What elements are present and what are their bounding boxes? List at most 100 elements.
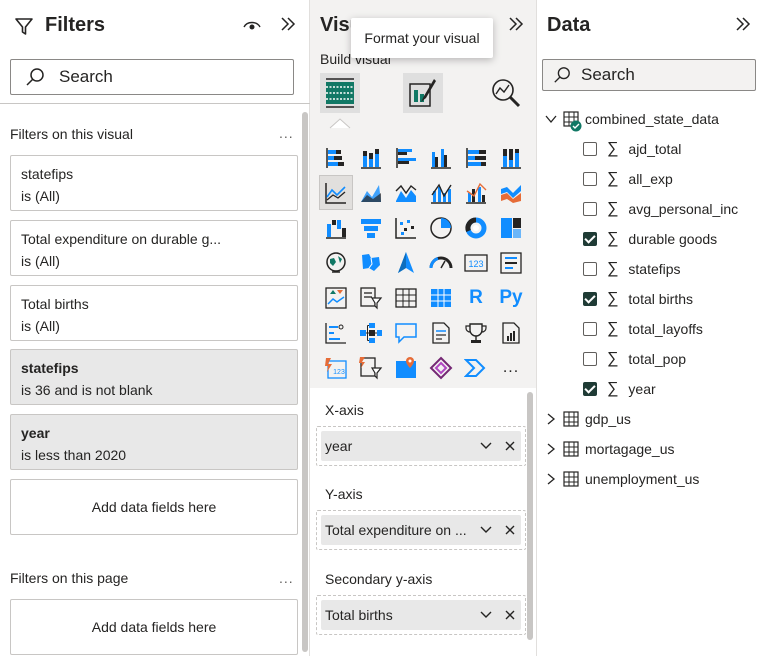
field-checkbox[interactable]: [583, 322, 597, 336]
100-percent-bar-chart-icon[interactable]: [459, 140, 493, 175]
filters-visual-more-button[interactable]: ...: [279, 125, 294, 141]
field-wells-scrollbar[interactable]: [527, 392, 533, 640]
stacked-area-chart-icon[interactable]: [389, 175, 423, 210]
line-chart-icon[interactable]: [319, 175, 353, 210]
field-row-avg-personal-inc[interactable]: ∑ avg_personal_inc: [583, 197, 738, 221]
field-checkbox-checked[interactable]: [583, 382, 597, 396]
page-add-fields-dropzone[interactable]: Add data fields here: [10, 599, 298, 655]
python-visual-icon[interactable]: Py: [494, 280, 528, 315]
filters-search-input[interactable]: Search: [10, 59, 294, 95]
more-visuals-button[interactable]: ...: [494, 350, 528, 385]
funnel-chart-icon[interactable]: [354, 210, 388, 245]
secondary-y-axis-field-pill[interactable]: Total births: [321, 600, 521, 630]
format-visual-tab[interactable]: [403, 73, 443, 113]
filter-card-statefips[interactable]: statefips is (All): [10, 155, 298, 211]
power-apps-icon[interactable]: [424, 350, 458, 385]
chevron-down-icon[interactable]: [545, 113, 557, 125]
collapse-filters-icon[interactable]: [280, 16, 296, 37]
decomposition-tree-icon[interactable]: [354, 315, 388, 350]
table-icon[interactable]: [389, 280, 423, 315]
field-row-total-layoffs[interactable]: ∑ total_layoffs: [583, 317, 703, 341]
power-automate-slicer-icon[interactable]: [354, 350, 388, 385]
goals-trophy-icon[interactable]: [459, 315, 493, 350]
y-axis-well[interactable]: Total expenditure on ...: [316, 510, 526, 550]
matrix-icon[interactable]: [424, 280, 458, 315]
build-visual-tab[interactable]: [320, 73, 360, 113]
stacked-column-chart-icon[interactable]: [354, 140, 388, 175]
field-row-total-births[interactable]: ∑ total births: [583, 287, 693, 311]
pie-chart-icon[interactable]: [424, 210, 458, 245]
r-script-visual-icon[interactable]: R: [459, 280, 493, 315]
filters-page-more-button[interactable]: ...: [279, 570, 294, 586]
table-mortagage-us[interactable]: mortagage_us: [545, 437, 675, 461]
field-checkbox[interactable]: [583, 142, 597, 156]
qa-visual-icon[interactable]: [389, 315, 423, 350]
close-icon[interactable]: [505, 525, 515, 535]
card-icon[interactable]: 123: [459, 245, 493, 280]
field-row-durable-goods[interactable]: ∑ durable goods: [583, 227, 717, 251]
map-icon[interactable]: [319, 245, 353, 280]
stacked-bar-chart-icon[interactable]: [319, 140, 353, 175]
filter-card-statefips-applied[interactable]: statefips is 36 and is not blank: [10, 349, 298, 405]
slicer-icon[interactable]: [354, 280, 388, 315]
x-axis-well[interactable]: year: [316, 426, 526, 466]
scatter-chart-icon[interactable]: [389, 210, 423, 245]
azure-map-visual-icon[interactable]: [389, 350, 423, 385]
filters-scrollbar[interactable]: [302, 112, 308, 652]
waterfall-chart-icon[interactable]: [319, 210, 353, 245]
close-icon[interactable]: [505, 610, 515, 620]
collapse-data-icon[interactable]: [735, 16, 751, 37]
chevron-down-icon[interactable]: [480, 526, 492, 534]
kpi-icon[interactable]: [319, 280, 353, 315]
multi-row-card-icon[interactable]: [494, 245, 528, 280]
collapse-visualizations-icon[interactable]: [508, 16, 524, 37]
table-gdp-us[interactable]: gdp_us: [545, 407, 631, 431]
100-percent-column-chart-icon[interactable]: [494, 140, 528, 175]
key-influencers-icon[interactable]: [319, 315, 353, 350]
chevron-right-icon[interactable]: [545, 473, 557, 485]
power-automate-icon[interactable]: [459, 350, 493, 385]
secondary-y-axis-well[interactable]: Total births: [316, 595, 526, 635]
gauge-icon[interactable]: [424, 245, 458, 280]
power-apps-card-icon[interactable]: 123: [319, 350, 353, 385]
field-row-total-pop[interactable]: ∑ total_pop: [583, 347, 686, 371]
azure-map-icon[interactable]: [389, 245, 423, 280]
clustered-bar-chart-icon[interactable]: [389, 140, 423, 175]
field-row-statefips[interactable]: ∑ statefips: [583, 257, 681, 281]
table-combined-state-data[interactable]: combined_state_data: [545, 107, 719, 132]
y-axis-field-pill[interactable]: Total expenditure on ...: [321, 515, 521, 545]
filter-card-total-births[interactable]: Total births is (All): [10, 285, 298, 341]
data-search-input[interactable]: Search: [542, 59, 756, 91]
filter-card-year-applied[interactable]: year is less than 2020: [10, 414, 298, 470]
field-checkbox[interactable]: [583, 202, 597, 216]
visual-add-fields-dropzone[interactable]: Add data fields here: [10, 479, 298, 535]
chevron-right-icon[interactable]: [545, 443, 557, 455]
field-checkbox-checked[interactable]: [583, 292, 597, 306]
chevron-down-icon[interactable]: [480, 611, 492, 619]
analytics-tab[interactable]: [486, 73, 526, 113]
field-row-ajd-total[interactable]: ∑ ajd_total: [583, 137, 681, 161]
area-chart-icon[interactable]: [354, 175, 388, 210]
field-checkbox-checked[interactable]: [583, 232, 597, 246]
field-checkbox[interactable]: [583, 262, 597, 276]
field-row-year[interactable]: ∑ year: [583, 377, 656, 401]
table-unemployment-us[interactable]: unemployment_us: [545, 467, 699, 491]
treemap-icon[interactable]: [494, 210, 528, 245]
chevron-right-icon[interactable]: [545, 413, 557, 425]
line-and-clustered-column-icon[interactable]: [459, 175, 493, 210]
donut-chart-icon[interactable]: [459, 210, 493, 245]
close-icon[interactable]: [505, 441, 515, 451]
chevron-down-icon[interactable]: [480, 442, 492, 450]
line-and-stacked-column-icon[interactable]: [424, 175, 458, 210]
filled-map-icon[interactable]: [354, 245, 388, 280]
x-axis-field-pill[interactable]: year: [321, 431, 521, 461]
clustered-column-chart-icon[interactable]: [424, 140, 458, 175]
ribbon-chart-icon[interactable]: [494, 175, 528, 210]
field-checkbox[interactable]: [583, 352, 597, 366]
eye-icon[interactable]: [243, 19, 261, 38]
field-row-all-exp[interactable]: ∑ all_exp: [583, 167, 673, 191]
filter-card-total-expenditure[interactable]: Total expenditure on durable g... is (Al…: [10, 220, 298, 276]
paginated-report-icon[interactable]: [494, 315, 528, 350]
field-checkbox[interactable]: [583, 172, 597, 186]
smart-narrative-icon[interactable]: [424, 315, 458, 350]
